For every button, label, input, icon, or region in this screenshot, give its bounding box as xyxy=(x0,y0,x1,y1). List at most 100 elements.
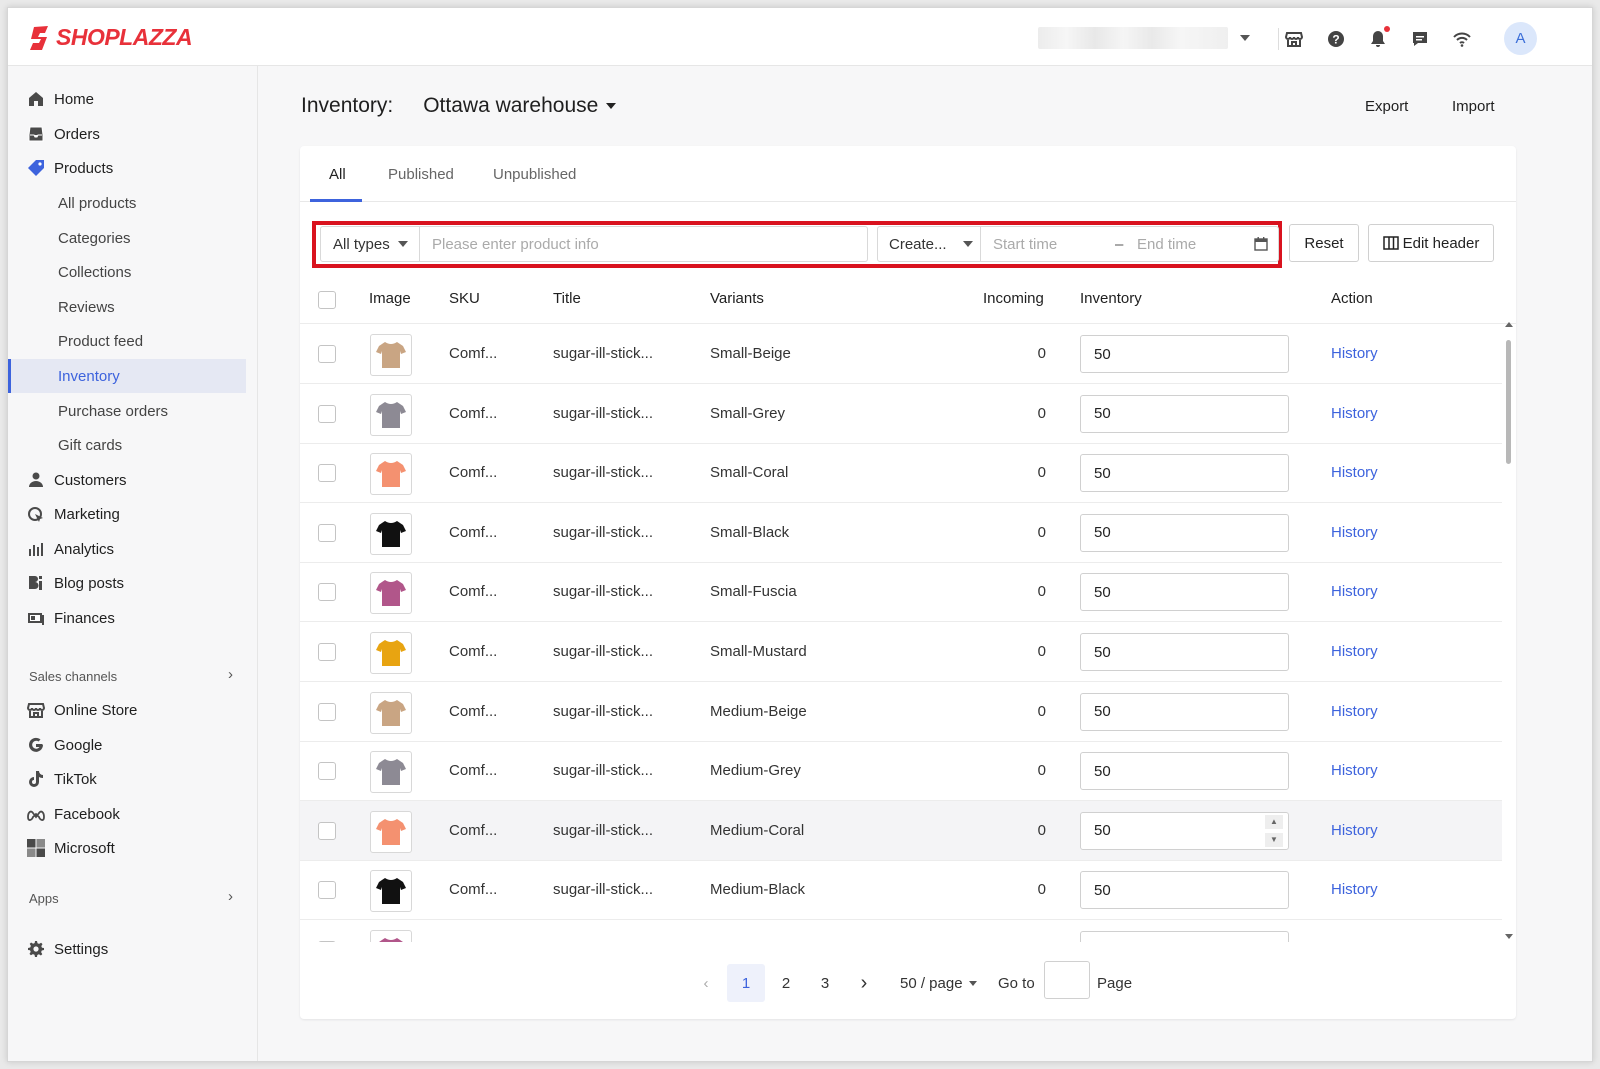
sidebar-item-microsoft[interactable]: Microsoft xyxy=(8,831,246,865)
history-link[interactable]: History xyxy=(1331,345,1378,362)
store-selector[interactable] xyxy=(1038,25,1258,51)
sidebar-item-purchase-orders[interactable]: Purchase orders xyxy=(8,394,246,428)
row-checkbox[interactable] xyxy=(318,464,336,483)
type-filter-dropdown[interactable]: All types xyxy=(320,226,420,262)
inventory-quantity-input[interactable] xyxy=(1080,454,1289,493)
inventory-quantity-input[interactable] xyxy=(1080,931,1289,942)
history-link[interactable]: History xyxy=(1331,405,1378,422)
row-checkbox[interactable] xyxy=(318,583,336,602)
product-thumbnail[interactable] xyxy=(370,453,412,496)
page-size-selector[interactable]: 50 / page xyxy=(900,964,977,1002)
table-scrollbar[interactable] xyxy=(1502,322,1516,942)
history-link[interactable]: History xyxy=(1331,703,1378,720)
warehouse-selector[interactable]: Ottawa warehouse xyxy=(423,94,617,118)
table-row[interactable]: Comf... sugar-ill-stick... Medium-Grey 0 His… xyxy=(300,741,1502,802)
sidebar-item-settings[interactable]: Settings xyxy=(8,932,246,966)
sidebar-item-home[interactable]: Home xyxy=(8,82,246,116)
history-link[interactable]: History xyxy=(1331,762,1378,779)
table-row[interactable]: Comf... sugar-ill-stick... Small-Beige 0 His… xyxy=(300,324,1502,384)
sidebar-item-blog-posts[interactable]: Blog posts xyxy=(8,566,246,600)
date-field-dropdown[interactable]: Create... xyxy=(877,226,981,262)
date-range-picker[interactable]: Start time – End time xyxy=(981,226,1279,262)
product-thumbnail[interactable] xyxy=(370,393,412,436)
row-checkbox[interactable] xyxy=(318,881,336,900)
row-checkbox[interactable] xyxy=(318,643,336,661)
sidebar-item-tiktok[interactable]: TikTok xyxy=(8,762,246,796)
inventory-quantity-input[interactable] xyxy=(1080,573,1289,612)
product-thumbnail[interactable] xyxy=(370,632,412,674)
table-row[interactable]: Comf... sugar-ill-stick... Small-Grey 0 Hist… xyxy=(300,384,1502,444)
table-row[interactable]: Comf... sugar-ill-stick... Small-Mustard 0 H… xyxy=(300,622,1502,682)
tab-unpublished[interactable]: Unpublished xyxy=(493,166,576,183)
sidebar-item-product-feed[interactable]: Product feed xyxy=(8,324,246,358)
product-thumbnail[interactable] xyxy=(370,751,412,794)
product-thumbnail[interactable] xyxy=(370,870,412,913)
product-search-input[interactable] xyxy=(420,226,868,262)
chat-icon[interactable] xyxy=(1409,28,1431,50)
sidebar-item-customers[interactable]: Customers xyxy=(8,463,246,497)
tab-all[interactable]: All xyxy=(329,166,346,183)
history-link[interactable]: History xyxy=(1331,583,1378,600)
sidebar-item-analytics[interactable]: Analytics xyxy=(8,532,246,566)
product-thumbnail[interactable] xyxy=(370,691,412,734)
table-row[interactable]: Comf... sugar-ill-stick... Small-Coral 0 His… xyxy=(300,443,1502,504)
scroll-down-icon[interactable] xyxy=(1505,934,1513,939)
sidebar-item-google[interactable]: Google xyxy=(8,728,246,762)
inventory-quantity-input[interactable] xyxy=(1080,692,1289,731)
row-checkbox[interactable] xyxy=(318,702,336,721)
inventory-quantity-input[interactable] xyxy=(1080,394,1289,433)
row-checkbox[interactable] xyxy=(318,762,336,781)
row-checkbox[interactable] xyxy=(318,523,336,542)
page-button-2[interactable]: 2 xyxy=(767,964,805,1002)
decrement-icon[interactable]: ▼ xyxy=(1265,832,1283,847)
sidebar-item-categories[interactable]: Categories xyxy=(8,221,246,255)
page-button-3[interactable]: 3 xyxy=(806,964,844,1002)
inventory-quantity-input[interactable] xyxy=(1080,811,1289,850)
sidebar-item-inventory[interactable]: Inventory xyxy=(8,359,246,393)
sidebar-item-facebook[interactable]: Facebook xyxy=(8,797,246,831)
sidebar-item-gift-cards[interactable]: Gift cards xyxy=(8,428,246,462)
sidebar-item-orders[interactable]: Orders xyxy=(8,117,246,151)
select-all-checkbox[interactable] xyxy=(318,291,336,309)
quantity-stepper[interactable]: ▲ ▼ xyxy=(1263,814,1285,847)
import-button[interactable]: Import xyxy=(1452,98,1495,115)
chevron-right-icon[interactable]: › xyxy=(228,666,233,683)
row-checkbox[interactable] xyxy=(318,821,336,840)
row-checkbox[interactable] xyxy=(318,345,336,363)
scrollbar-thumb[interactable] xyxy=(1506,340,1511,464)
avatar[interactable]: A xyxy=(1504,22,1537,55)
history-link[interactable]: History xyxy=(1331,524,1378,541)
history-link[interactable]: History xyxy=(1331,643,1378,660)
history-link[interactable]: History xyxy=(1331,464,1378,481)
inventory-quantity-input[interactable] xyxy=(1080,871,1289,910)
table-row[interactable]: Comf... sugar-ill-stick... Medium-Black 0 Hi… xyxy=(300,860,1502,921)
history-link[interactable]: History xyxy=(1331,822,1378,839)
help-icon[interactable]: ? xyxy=(1325,28,1347,50)
table-row[interactable]: Comf...sugar-ill-stick...Medium-Coral0▲▼… xyxy=(300,800,1502,861)
goto-page-input[interactable] xyxy=(1044,961,1090,999)
sidebar-item-online-store[interactable]: Online Store xyxy=(8,693,246,727)
page-button-1[interactable]: 1 xyxy=(727,964,765,1002)
export-button[interactable]: Export xyxy=(1365,98,1408,115)
chevron-right-icon[interactable]: › xyxy=(228,888,233,905)
reset-button[interactable]: Reset xyxy=(1289,224,1359,262)
end-time-input[interactable]: End time xyxy=(1137,236,1196,253)
increment-icon[interactable]: ▲ xyxy=(1265,814,1283,829)
sidebar-item-reviews[interactable]: Reviews xyxy=(8,290,246,324)
product-thumbnail[interactable] xyxy=(370,572,412,615)
history-link[interactable]: History xyxy=(1331,881,1378,898)
table-row[interactable]: Comf... sugar-ill-stick... Small-Fuscia 0 Hi… xyxy=(300,562,1502,623)
product-thumbnail[interactable] xyxy=(370,810,412,853)
sidebar-item-finances[interactable]: Finances xyxy=(8,601,246,635)
sidebar-item-collections[interactable]: Collections xyxy=(8,255,246,289)
scroll-up-icon[interactable] xyxy=(1505,322,1513,327)
inventory-quantity-input[interactable] xyxy=(1080,335,1289,373)
tab-published[interactable]: Published xyxy=(388,166,454,183)
product-thumbnail[interactable] xyxy=(370,512,412,555)
row-checkbox[interactable] xyxy=(318,404,336,423)
edit-header-button[interactable]: Edit header xyxy=(1368,224,1494,262)
store-icon[interactable] xyxy=(1283,28,1305,50)
shoplazza-logo[interactable]: SHOPLAZZA xyxy=(28,24,193,51)
product-thumbnail[interactable] xyxy=(370,334,412,376)
prev-page-icon[interactable]: ‹ xyxy=(698,964,714,1002)
